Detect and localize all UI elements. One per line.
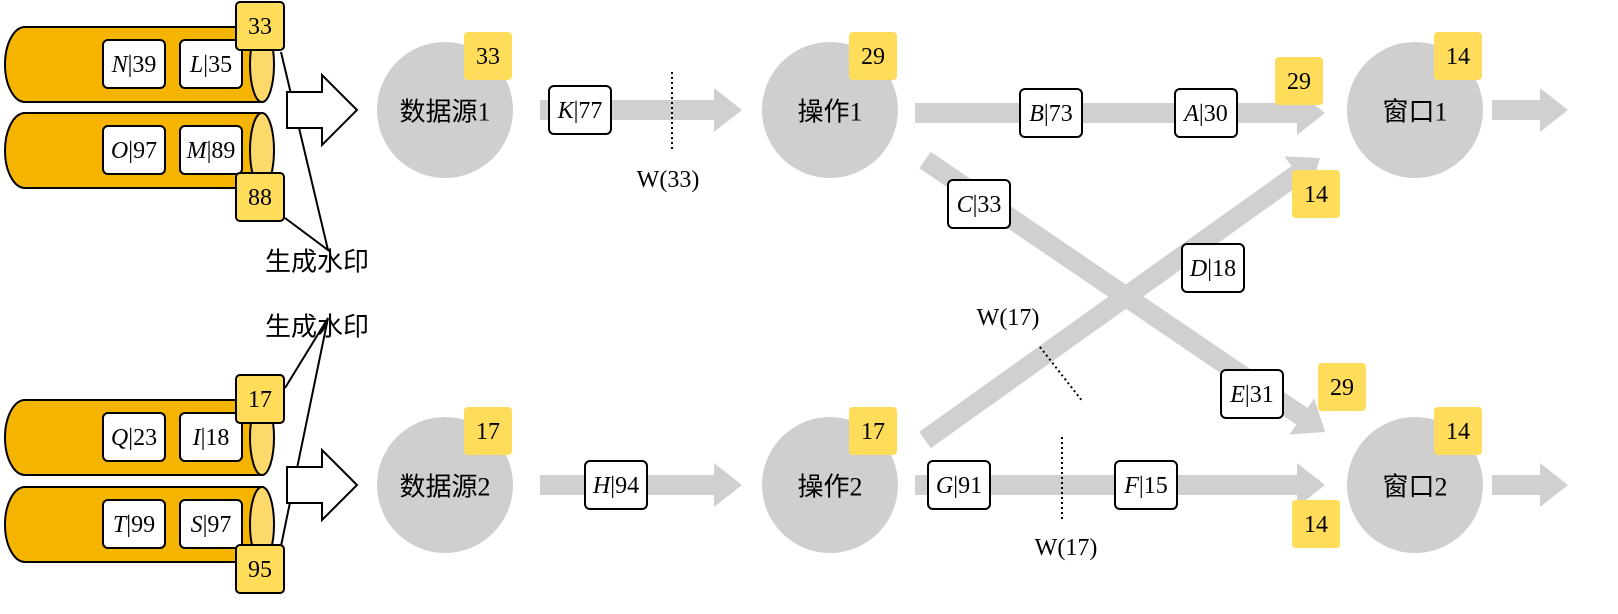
watermark-value: 17 [476,419,500,445]
event-key: D [1189,256,1207,282]
event-label: D|18 [1189,256,1236,282]
event-box: S|97 [179,499,243,549]
event-key: Q [111,425,128,451]
watermark-value: 33 [248,14,272,40]
event-timestamp: 77 [578,98,602,124]
event-box: G|91 [927,460,991,510]
generate-watermark-label: 生成水印 [265,313,369,342]
event-box: T|99 [102,499,166,549]
event-box: F|15 [1114,460,1178,510]
watermark-value: 14 [1446,419,1470,445]
event-label: K|77 [557,98,603,124]
event-box: C|33 [947,179,1011,229]
event-label: C|33 [957,192,1002,218]
watermark-marker-label: W(17) [977,305,1040,331]
watermark-value: 17 [861,419,885,445]
event-key: O [111,138,128,164]
event-key: S [191,512,203,538]
watermark-value: 88 [248,185,272,211]
watermark-value: 33 [476,44,500,70]
watermark-value: 14 [1446,44,1470,70]
event-timestamp: 91 [958,473,982,499]
node-label: 操作2 [797,473,862,502]
event-box: Q|23 [102,412,166,462]
event-box: K|77 [548,85,612,135]
watermark-value: 14 [1304,512,1328,538]
event-timestamp: 15 [1144,473,1168,499]
watermark-propagation-diagram: N|39 L|35 O|97 M|89 33 88 生成水印 Q|23 I|18 T|99 S|97… [4,1,1568,594]
event-box: M|89 [179,125,243,175]
event-box: L|35 [179,39,243,89]
event-label: T|99 [113,512,155,538]
ingest-arrow [286,447,359,523]
event-key: A [1182,101,1199,127]
event-label: O|97 [111,138,157,164]
node-label: 窗口1 [1382,98,1447,127]
flow-arrow-op1-win1 [915,91,1325,135]
watermark-value: 29 [861,44,885,70]
event-key: M [186,138,209,164]
event-timestamp: 30 [1204,101,1228,127]
node-label: 数据源1 [399,98,490,127]
watermark-value: 29 [1287,69,1311,95]
watermark-marker-line [1039,346,1084,403]
event-label: A|30 [1182,101,1227,127]
event-box: N|39 [102,39,166,89]
event-key: E [1229,382,1245,408]
event-label: S|97 [191,512,232,538]
watermark-value: 95 [248,557,272,583]
event-label: I|18 [192,425,230,451]
event-label: B|73 [1029,101,1072,127]
watermark-marker-label: W(33) [637,167,700,193]
event-box: B|73 [1019,88,1083,138]
event-box: D|18 [1181,243,1245,293]
event-timestamp: 23 [133,425,157,451]
event-key: L [189,52,203,78]
event-key: B [1029,101,1044,127]
event-box: O|97 [102,125,166,175]
event-box: I|18 [179,412,243,462]
event-timestamp: 97 [207,512,231,538]
event-box: H|94 [584,460,648,510]
event-label: L|35 [189,52,232,78]
event-timestamp: 99 [131,512,155,538]
output-arrow [1492,88,1568,132]
event-timestamp: 31 [1250,382,1274,408]
event-timestamp: 89 [211,138,235,164]
output-arrow [1492,463,1568,507]
node-label: 窗口2 [1382,473,1447,502]
callout-line [280,317,329,547]
callout-line [280,51,330,253]
event-key: H [592,473,612,499]
event-key: C [957,192,974,218]
event-timestamp: 97 [133,138,157,164]
event-key: F [1123,473,1139,499]
event-label: E|31 [1229,382,1273,408]
event-timestamp: 33 [977,192,1001,218]
watermark-value: 29 [1330,375,1354,401]
watermark-value: 17 [248,387,272,413]
event-timestamp: 73 [1049,101,1073,127]
event-box: E|31 [1220,369,1284,419]
event-timestamp: 39 [132,52,156,78]
event-label: F|15 [1123,473,1167,499]
event-label: H|94 [592,473,639,499]
event-label: M|89 [186,138,236,164]
watermark-value: 14 [1304,182,1328,208]
event-timestamp: 18 [205,425,229,451]
ingest-arrow [286,72,359,148]
watermark-marker-label: W(17) [1035,535,1098,561]
event-timestamp: 94 [615,473,639,499]
event-label: G|91 [936,473,982,499]
generate-watermark-label: 生成水印 [265,248,369,277]
event-timestamp: 35 [208,52,232,78]
event-box: A|30 [1174,88,1238,138]
event-timestamp: 18 [1212,256,1236,282]
node-label: 操作1 [797,98,862,127]
node-label: 数据源2 [399,473,490,502]
event-label: N|39 [111,52,157,78]
event-label: Q|23 [111,425,157,451]
event-key: G [936,473,953,499]
